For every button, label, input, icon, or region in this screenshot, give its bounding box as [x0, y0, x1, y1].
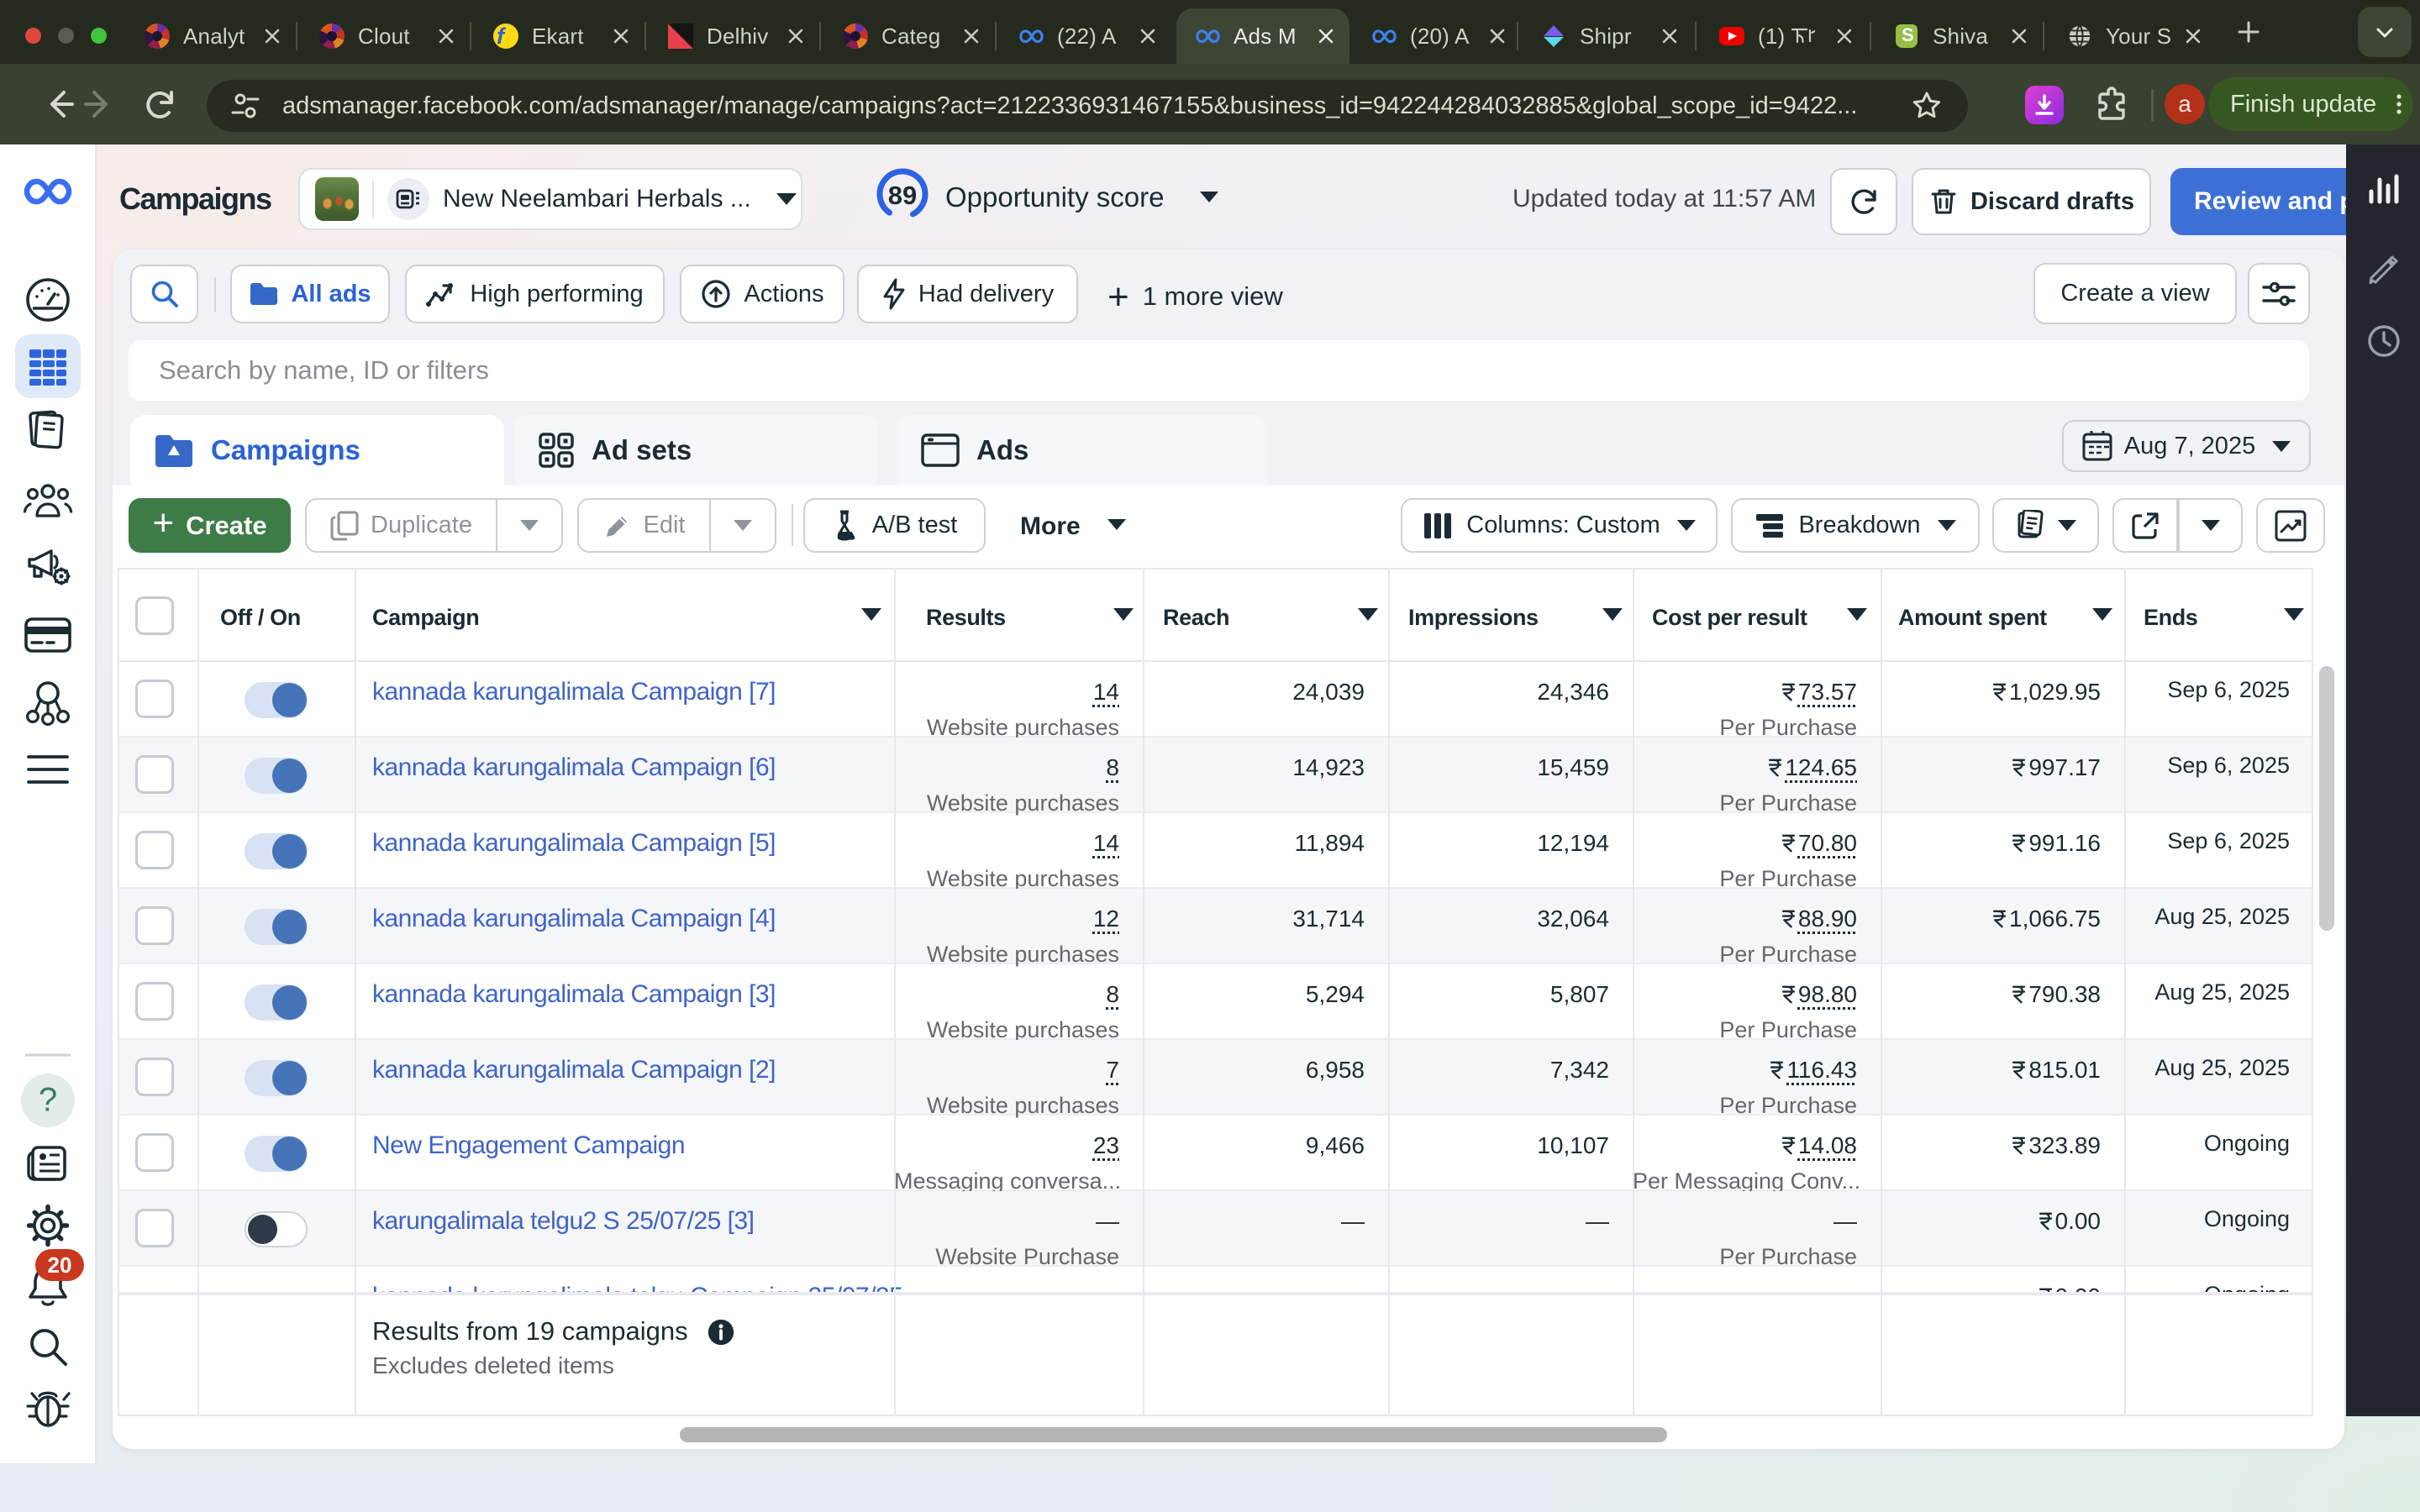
svg-text:89: 89 — [888, 181, 917, 210]
